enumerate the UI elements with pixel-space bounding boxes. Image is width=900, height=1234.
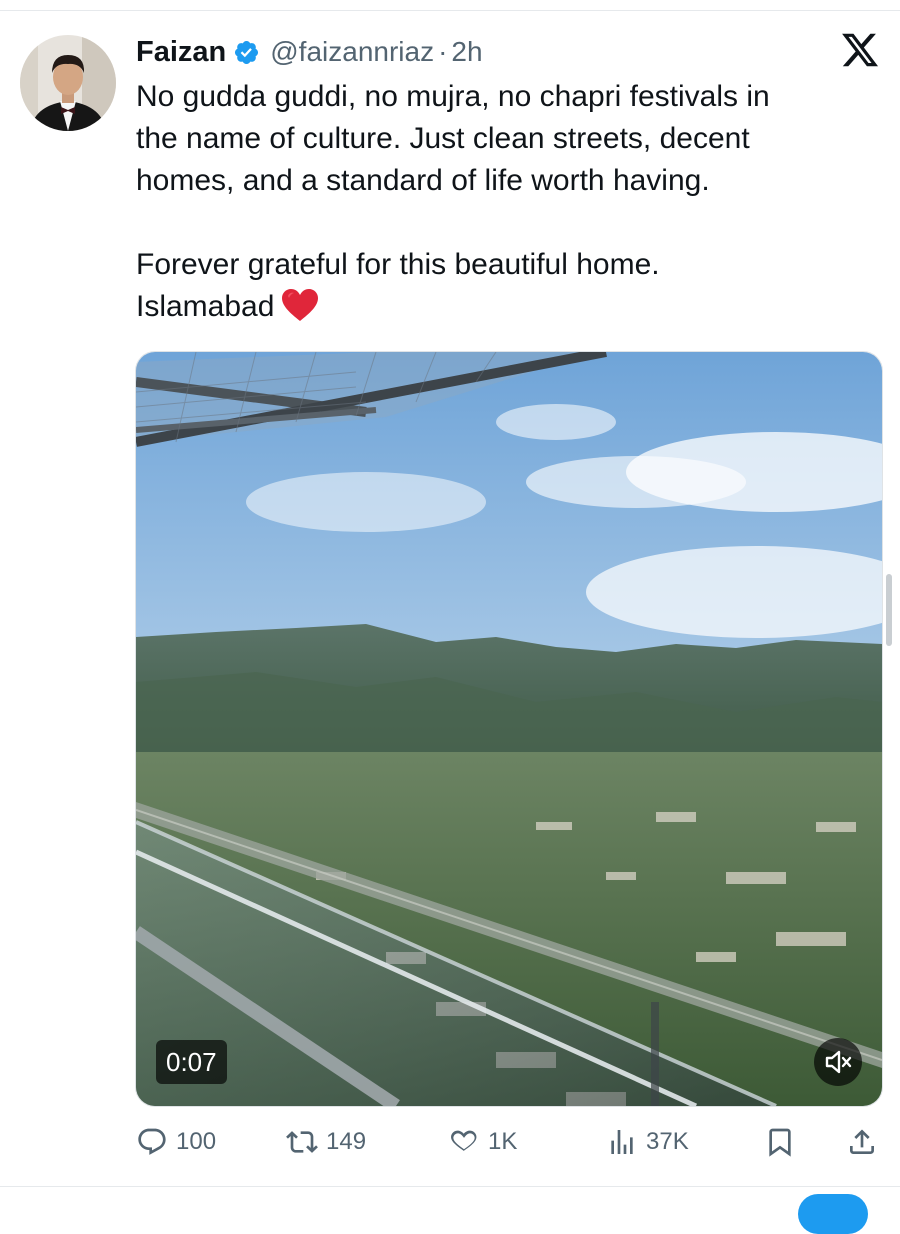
tweet-text-line: Islamabad bbox=[136, 286, 876, 328]
verified-badge-icon bbox=[233, 39, 260, 66]
video-player[interactable]: 0:07 bbox=[135, 351, 883, 1107]
bookmark-button[interactable] bbox=[764, 1120, 796, 1164]
tweet-text: No gudda guddi, no mujra, no chapri fest… bbox=[136, 76, 876, 328]
share-icon bbox=[850, 1129, 874, 1154]
avatar-image bbox=[20, 35, 116, 131]
top-divider bbox=[0, 10, 900, 11]
video-frame bbox=[136, 352, 882, 1106]
repost-icon bbox=[286, 1131, 318, 1153]
share-button[interactable] bbox=[846, 1120, 878, 1164]
video-duration: 0:07 bbox=[156, 1040, 227, 1084]
avatar[interactable] bbox=[20, 35, 116, 131]
tweet-header: Faizan @faizannriaz · 2h bbox=[136, 32, 483, 72]
author-name[interactable]: Faizan bbox=[136, 36, 226, 69]
repost-button[interactable]: 149 bbox=[286, 1120, 366, 1164]
views-count: 37K bbox=[646, 1128, 689, 1155]
tweet-text-line: homes, and a standard of life worth havi… bbox=[136, 164, 710, 197]
bottom-divider bbox=[0, 1186, 900, 1187]
compose-button[interactable] bbox=[798, 1194, 868, 1234]
tweet-text-line: the name of culture. Just clean streets,… bbox=[136, 122, 750, 155]
heart-emoji-icon bbox=[280, 288, 320, 322]
mute-icon bbox=[825, 1050, 852, 1074]
author-handle[interactable]: @faizannriaz bbox=[270, 36, 434, 68]
reply-button[interactable]: 100 bbox=[136, 1120, 216, 1164]
location-text: Islamabad bbox=[136, 290, 275, 323]
scrollbar[interactable] bbox=[886, 574, 892, 646]
post-time[interactable]: 2h bbox=[451, 36, 482, 68]
like-count: 1K bbox=[488, 1128, 518, 1155]
repost-count: 149 bbox=[326, 1128, 367, 1155]
mute-button[interactable] bbox=[814, 1038, 862, 1086]
views-button[interactable]: 37K bbox=[606, 1120, 689, 1164]
reply-count: 100 bbox=[176, 1128, 217, 1155]
tweet-actions: 100 149 1K 37K bbox=[136, 1120, 881, 1164]
like-icon bbox=[451, 1130, 477, 1151]
bookmark-icon bbox=[769, 1128, 791, 1157]
x-logo-icon bbox=[840, 30, 880, 70]
reply-icon bbox=[138, 1128, 166, 1155]
tweet-text-line: No gudda guddi, no mujra, no chapri fest… bbox=[136, 80, 770, 113]
separator-dot: · bbox=[438, 36, 448, 67]
tweet-text-line: Forever grateful for this beautiful home… bbox=[136, 248, 660, 281]
like-button[interactable]: 1K bbox=[448, 1120, 517, 1164]
views-icon bbox=[611, 1130, 633, 1154]
